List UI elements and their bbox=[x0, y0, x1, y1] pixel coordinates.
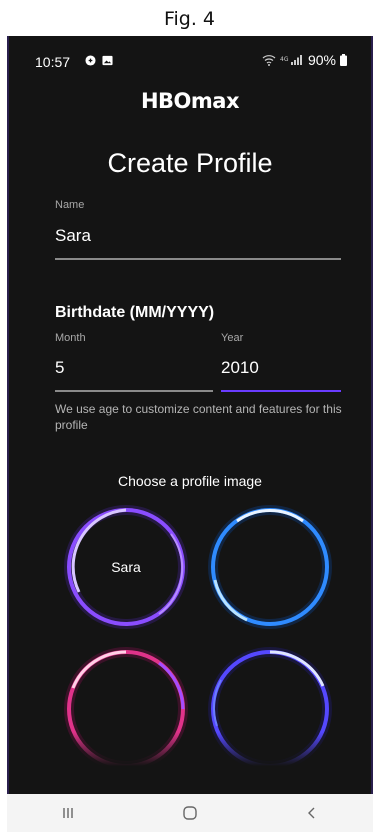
system-nav-bar bbox=[7, 794, 373, 832]
profile-image-option-blue[interactable] bbox=[207, 504, 333, 630]
profile-image-name: Sara bbox=[111, 559, 141, 575]
gallery-icon bbox=[102, 55, 113, 66]
status-time: 10:57 bbox=[35, 54, 71, 70]
notification-app-icon bbox=[85, 55, 96, 66]
back-icon bbox=[308, 807, 315, 819]
profile-image-heading: Choose a profile image bbox=[118, 473, 262, 489]
name-underline bbox=[55, 258, 341, 260]
month-label: Month bbox=[55, 332, 86, 344]
year-underline-active bbox=[221, 390, 341, 392]
back-button[interactable] bbox=[282, 798, 342, 828]
bottom-fade bbox=[9, 732, 371, 794]
status-notification-icons bbox=[85, 55, 113, 66]
profile-image-option-purple[interactable]: Sara bbox=[63, 504, 189, 630]
home-icon bbox=[183, 806, 197, 820]
logo-wordmark: HBOmax bbox=[141, 89, 240, 113]
status-right: 4G 90% bbox=[262, 52, 347, 68]
svg-text:4G: 4G bbox=[280, 56, 289, 63]
month-underline bbox=[55, 390, 213, 392]
recents-icon bbox=[63, 808, 73, 818]
birthdate-helper-text: We use age to customize content and feat… bbox=[55, 402, 342, 432]
battery-percent: 90% bbox=[307, 52, 336, 68]
home-button[interactable] bbox=[160, 798, 220, 828]
battery-icon bbox=[340, 54, 347, 66]
name-label: Name bbox=[55, 199, 85, 211]
signal-icon: 4G bbox=[280, 55, 302, 65]
year-input[interactable]: 2010 bbox=[221, 358, 259, 378]
page-title: Create Profile bbox=[107, 148, 273, 178]
figure-caption: Fig. 4 bbox=[163, 8, 216, 30]
birthdate-heading: Birthdate (MM/YYYY) bbox=[55, 304, 215, 321]
phone-screen: 10:57 4G 90% HBOmax Create Profile Name … bbox=[7, 36, 373, 794]
wifi-icon bbox=[262, 55, 276, 66]
recents-button[interactable] bbox=[38, 798, 98, 828]
logo-graphic: HBOmax bbox=[141, 89, 240, 113]
month-input[interactable]: 5 bbox=[55, 358, 64, 378]
hbomax-logo: HBOmax bbox=[9, 86, 371, 116]
year-label: Year bbox=[221, 332, 244, 344]
ring-blue bbox=[208, 505, 332, 629]
name-input[interactable]: Sara bbox=[55, 226, 91, 246]
status-bar: 10:57 4G 90% bbox=[9, 36, 371, 76]
